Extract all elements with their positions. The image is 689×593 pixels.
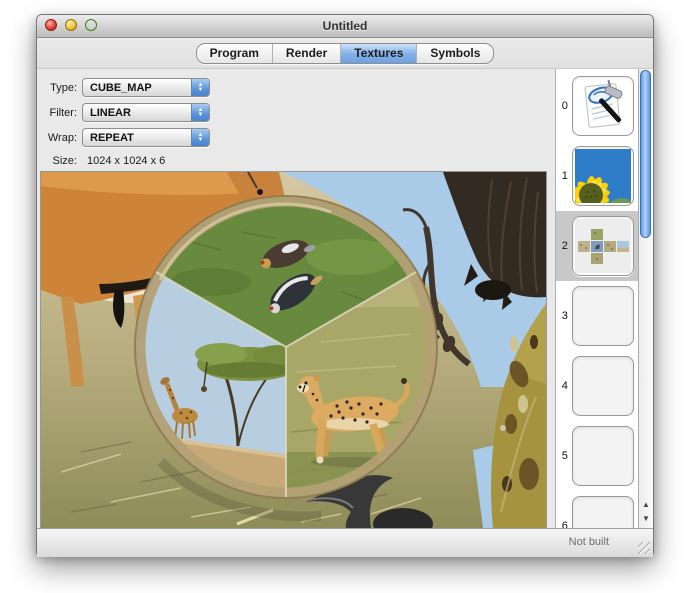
size-label: Size: [43,155,77,167]
scrollbar-thumb[interactable] [640,70,651,238]
wrap-row: Wrap: REPEAT ▲▼ [43,128,555,147]
cubemap-sphere-scene-icon [41,172,546,528]
sunflower-photo-icon [575,149,631,203]
filter-popup-value: LINEAR [90,107,131,119]
texture-thumbnail[interactable] [572,76,634,136]
tab-symbols[interactable]: Symbols [417,44,493,63]
content-area: Type: CUBE_MAP ▲▼ Filter: LINEAR ▲▼ Wrap… [37,69,653,528]
resize-grip-icon[interactable] [638,542,650,554]
cubemap-cross-icon [575,219,631,273]
view-segmented-control: Program Render Textures Symbols [196,43,495,64]
texture-list-item-0[interactable]: 0 [556,71,639,141]
zoom-button[interactable] [85,19,97,31]
type-label: Type: [43,82,77,94]
texture-index: 1 [557,170,572,182]
texture-list-scrollbar[interactable]: ▲ ▼ [638,69,653,528]
texture-index: 2 [557,240,572,252]
popup-stepper-icon: ▲▼ [191,79,209,96]
texture-list-item-6[interactable]: 6 [556,491,639,528]
texture-thumbnail-empty[interactable] [572,356,634,416]
texture-list-sidebar: 0 [555,69,653,528]
app-window: Untitled Program Render Textures Symbols… [36,14,654,554]
type-popup[interactable]: CUBE_MAP ▲▼ [82,78,210,97]
close-button[interactable] [45,19,57,31]
window-title: Untitled [323,19,368,33]
filter-popup[interactable]: LINEAR ▲▼ [82,103,210,122]
texture-list-item-5[interactable]: 5 [556,421,639,491]
filter-row: Filter: LINEAR ▲▼ [43,103,555,122]
texture-index: 3 [557,310,572,322]
texture-list-item-4[interactable]: 4 [556,351,639,421]
size-row: Size: 1024 x 1024 x 6 [43,155,555,167]
minimize-button[interactable] [65,19,77,31]
popup-stepper-icon: ▲▼ [191,129,209,146]
texture-index: 4 [557,380,572,392]
texture-index: 5 [557,450,572,462]
traffic-lights [45,19,97,31]
type-row: Type: CUBE_MAP ▲▼ [43,78,555,97]
texture-list-item-2[interactable]: 2 [556,211,639,281]
texture-list-item-1[interactable]: 1 [556,141,639,211]
texture-thumbnail[interactable] [572,146,634,206]
texture-preview-image [40,171,547,529]
tab-program[interactable]: Program [197,44,273,63]
status-bar: Not built [37,528,653,557]
texture-thumbnail-empty[interactable] [572,426,634,486]
wrap-popup[interactable]: REPEAT ▲▼ [82,128,210,147]
texture-index: 0 [557,100,572,112]
texture-list-item-3[interactable]: 3 [556,281,639,351]
texture-thumbnail[interactable] [572,216,634,276]
texture-thumbnail-empty[interactable] [572,496,634,528]
type-popup-value: CUBE_MAP [90,82,152,94]
shader-builder-app-icon [575,79,631,133]
popup-stepper-icon: ▲▼ [191,104,209,121]
tab-render[interactable]: Render [273,44,341,63]
texture-index: 6 [557,520,572,528]
filter-label: Filter: [43,107,77,119]
tab-bar: Program Render Textures Symbols [37,38,653,69]
build-status-text: Not built [569,536,609,548]
scroll-up-icon[interactable]: ▲ [639,498,653,512]
texture-inspector-pane: Type: CUBE_MAP ▲▼ Filter: LINEAR ▲▼ Wrap… [37,69,555,528]
wrap-label: Wrap: [43,132,77,144]
wrap-popup-value: REPEAT [90,132,134,144]
tab-textures[interactable]: Textures [341,44,417,63]
size-value: 1024 x 1024 x 6 [87,155,165,167]
title-bar[interactable]: Untitled [37,15,653,38]
texture-thumbnail-empty[interactable] [572,286,634,346]
scroll-down-icon[interactable]: ▼ [639,512,653,526]
